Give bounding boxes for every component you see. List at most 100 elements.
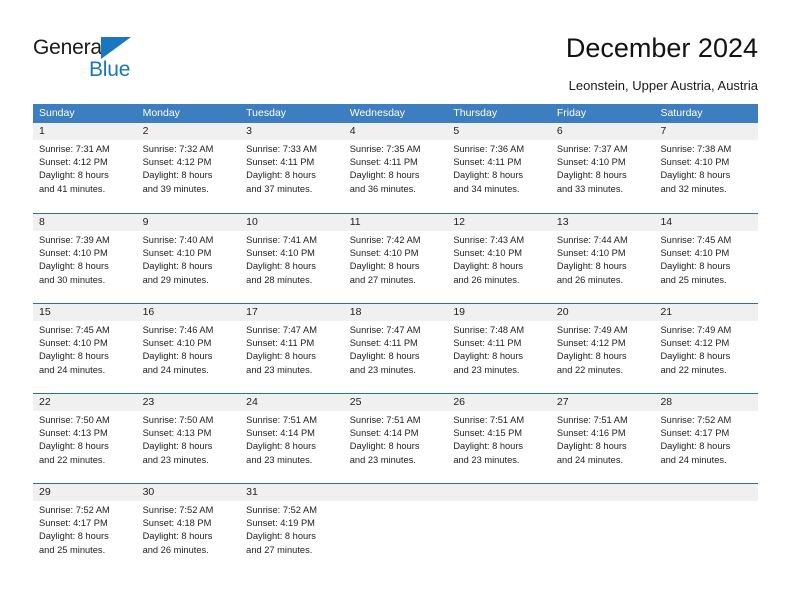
day-daylight-1-text: Daylight: 8 hours: [39, 531, 109, 542]
calendar-day-cell[interactable]: 20 Sunrise: 7:49 AM Sunset: 4:12 PM Dayligh…: [550, 304, 655, 393]
calendar-day-cell[interactable]: 28 Sunrise: 7:52 AM Sunset: 4:17 PM Dayligh…: [654, 394, 759, 483]
calendar-day-cell[interactable]: 16 Sunrise: 7:46 AM Sunset: 4:10 PM Dayligh…: [136, 304, 241, 393]
calendar-day-cell[interactable]: 11 Sunrise: 7:42 AM Sunset: 4:10 PM Dayligh…: [343, 214, 448, 303]
day-sunrise-text: Sunrise: 7:52 AM: [660, 415, 732, 425]
day-sunset-text: Sunset: 4:11 PM: [349, 338, 418, 349]
day-sun-info: Sunrise: 7:49 AM Sunset: 4:12 PM Daylight:…: [654, 321, 758, 377]
calendar-day-cell[interactable]: 12 Sunrise: 7:43 AM Sunset: 4:10 PM Dayligh…: [447, 214, 551, 303]
day-number: 11: [343, 214, 448, 231]
day-sunrise-text: Sunrise: 7:46 AM: [142, 325, 214, 335]
day-sunset-text: Sunset: 4:10 PM: [556, 157, 626, 168]
day-sun-info: Sunrise: 7:37 AM Sunset: 4:10 PM Daylight:…: [551, 140, 655, 196]
day-sun-info: Sunrise: 7:43 AM Sunset: 4:10 PM Daylight:…: [447, 231, 551, 287]
day-sun-info: Sunrise: 7:45 AM Sunset: 4:10 PM Daylight:…: [654, 231, 758, 287]
calendar-grid: Sunday Monday Tuesday Wednesday Thursday…: [33, 104, 759, 573]
calendar-day-cell[interactable]: 4 Sunrise: 7:35 AM Sunset: 4:11 PM Daylight…: [343, 123, 448, 213]
general-blue-logo[interactable]: General Blue: [33, 36, 163, 84]
calendar-day-cell[interactable]: 30 Sunrise: 7:52 AM Sunset: 4:18 PM Dayligh…: [136, 484, 241, 573]
day-daylight-2-text: and 23 minutes.: [349, 364, 416, 375]
day-daylight-2-text: and 23 minutes.: [349, 454, 416, 465]
day-sun-info: Sunrise: 7:52 AM Sunset: 4:19 PM Daylight:…: [240, 501, 344, 557]
day-header-friday: Friday: [550, 104, 655, 123]
calendar-day-cell[interactable]: 25 Sunrise: 7:51 AM Sunset: 4:14 PM Dayligh…: [343, 394, 448, 483]
day-daylight-1-text: Daylight: 8 hours: [142, 441, 213, 452]
day-number: 24: [240, 394, 344, 411]
calendar-day-cell[interactable]: 10 Sunrise: 7:41 AM Sunset: 4:10 PM Dayligh…: [240, 214, 344, 303]
day-daylight-2-text: and 37 minutes.: [246, 183, 313, 194]
day-sunset-text: Sunset: 4:10 PM: [660, 248, 730, 259]
day-sunrise-text: Sunrise: 7:47 AM: [246, 325, 317, 335]
day-number: 17: [240, 304, 344, 321]
calendar-day-cell-empty: [550, 484, 655, 573]
calendar-day-cell[interactable]: 1 Sunrise: 7:31 AM Sunset: 4:12 PM Daylight…: [33, 123, 137, 213]
calendar-day-cell[interactable]: 3 Sunrise: 7:33 AM Sunset: 4:11 PM Daylight…: [240, 123, 344, 213]
day-daylight-2-text: and 30 minutes.: [39, 274, 106, 285]
day-number: 25: [343, 394, 448, 411]
day-sunrise-text: Sunrise: 7:36 AM: [453, 144, 525, 154]
day-sunrise-text: Sunrise: 7:49 AM: [660, 325, 732, 335]
day-sun-info: Sunrise: 7:33 AM Sunset: 4:11 PM Daylight:…: [240, 140, 344, 196]
day-sunset-text: Sunset: 4:12 PM: [142, 157, 212, 168]
day-daylight-1-text: Daylight: 8 hours: [142, 261, 213, 272]
day-daylight-1-text: Daylight: 8 hours: [246, 441, 316, 452]
day-number: 7: [654, 123, 759, 140]
day-sunset-text: Sunset: 4:11 PM: [453, 157, 522, 168]
day-sunrise-text: Sunrise: 7:39 AM: [39, 235, 110, 245]
day-sunset-text: Sunset: 4:15 PM: [453, 428, 523, 439]
calendar-day-cell[interactable]: 17 Sunrise: 7:47 AM Sunset: 4:11 PM Dayligh…: [240, 304, 344, 393]
logo-text-blue: Blue: [89, 58, 131, 81]
calendar-day-cell[interactable]: 27 Sunrise: 7:51 AM Sunset: 4:16 PM Dayligh…: [550, 394, 655, 483]
day-sunset-text: Sunset: 4:12 PM: [39, 157, 108, 168]
calendar-day-cell[interactable]: 2 Sunrise: 7:32 AM Sunset: 4:12 PM Daylight…: [136, 123, 241, 213]
day-daylight-1-text: Daylight: 8 hours: [556, 170, 627, 181]
day-header-saturday: Saturday: [654, 104, 759, 123]
calendar-day-cell[interactable]: 21 Sunrise: 7:49 AM Sunset: 4:12 PM Dayligh…: [654, 304, 759, 393]
day-daylight-2-text: and 29 minutes.: [142, 274, 209, 285]
calendar-day-cell[interactable]: 14 Sunrise: 7:45 AM Sunset: 4:10 PM Dayligh…: [654, 214, 759, 303]
day-sunset-text: Sunset: 4:17 PM: [660, 428, 730, 439]
day-sunrise-text: Sunrise: 7:44 AM: [556, 235, 628, 245]
calendar-day-cell[interactable]: 7 Sunrise: 7:38 AM Sunset: 4:10 PM Daylight…: [654, 123, 759, 213]
day-daylight-1-text: Daylight: 8 hours: [349, 351, 420, 362]
day-daylight-2-text: and 25 minutes.: [660, 274, 727, 285]
day-sunrise-text: Sunrise: 7:42 AM: [349, 235, 421, 245]
day-daylight-2-text: and 27 minutes.: [246, 544, 313, 555]
day-daylight-2-text: and 25 minutes.: [39, 544, 106, 555]
day-sunrise-text: Sunrise: 7:51 AM: [453, 415, 525, 425]
day-daylight-1-text: Daylight: 8 hours: [453, 351, 524, 362]
day-sunset-text: Sunset: 4:16 PM: [556, 428, 626, 439]
calendar-day-cell[interactable]: 15 Sunrise: 7:45 AM Sunset: 4:10 PM Dayligh…: [33, 304, 137, 393]
day-sunset-text: Sunset: 4:12 PM: [660, 338, 730, 349]
day-sunrise-text: Sunrise: 7:50 AM: [39, 415, 110, 425]
day-daylight-2-text: and 23 minutes.: [453, 454, 520, 465]
day-sunrise-text: Sunrise: 7:41 AM: [246, 235, 317, 245]
day-sun-info: Sunrise: 7:52 AM Sunset: 4:17 PM Daylight:…: [33, 501, 137, 557]
calendar-day-cell[interactable]: 29 Sunrise: 7:52 AM Sunset: 4:17 PM Dayligh…: [33, 484, 137, 573]
day-sunrise-text: Sunrise: 7:45 AM: [660, 235, 732, 245]
day-sunrise-text: Sunrise: 7:40 AM: [142, 235, 214, 245]
calendar-day-cell[interactable]: 18 Sunrise: 7:47 AM Sunset: 4:11 PM Dayligh…: [343, 304, 448, 393]
day-number: 21: [654, 304, 759, 321]
day-daylight-1-text: Daylight: 8 hours: [660, 351, 731, 362]
page-header: General Blue December 2024 Leonstein, Up…: [0, 0, 792, 100]
day-sun-info: Sunrise: 7:50 AM Sunset: 4:13 PM Daylight:…: [137, 411, 241, 467]
calendar-day-cell[interactable]: 22 Sunrise: 7:50 AM Sunset: 4:13 PM Dayligh…: [33, 394, 137, 483]
calendar-day-cell[interactable]: 13 Sunrise: 7:44 AM Sunset: 4:10 PM Dayligh…: [550, 214, 655, 303]
calendar-week-row: 1 Sunrise: 7:31 AM Sunset: 4:12 PM Daylight…: [33, 123, 759, 213]
calendar-day-cell[interactable]: 8 Sunrise: 7:39 AM Sunset: 4:10 PM Daylight…: [33, 214, 137, 303]
calendar-day-cell[interactable]: 5 Sunrise: 7:36 AM Sunset: 4:11 PM Daylight…: [447, 123, 551, 213]
calendar-day-cell[interactable]: 19 Sunrise: 7:48 AM Sunset: 4:11 PM Dayligh…: [447, 304, 551, 393]
calendar-day-cell[interactable]: 26 Sunrise: 7:51 AM Sunset: 4:15 PM Dayligh…: [447, 394, 551, 483]
calendar-day-cell[interactable]: 6 Sunrise: 7:37 AM Sunset: 4:10 PM Daylight…: [550, 123, 655, 213]
calendar-day-cell[interactable]: 9 Sunrise: 7:40 AM Sunset: 4:10 PM Daylight…: [136, 214, 241, 303]
day-sun-info: Sunrise: 7:51 AM Sunset: 4:14 PM Daylight:…: [240, 411, 344, 467]
day-sun-info: Sunrise: 7:52 AM Sunset: 4:17 PM Daylight:…: [654, 411, 758, 467]
calendar-day-cell[interactable]: 24 Sunrise: 7:51 AM Sunset: 4:14 PM Dayligh…: [240, 394, 344, 483]
calendar-day-cell[interactable]: 23 Sunrise: 7:50 AM Sunset: 4:13 PM Dayligh…: [136, 394, 241, 483]
day-daylight-2-text: and 26 minutes.: [556, 274, 624, 285]
day-sunset-text: Sunset: 4:14 PM: [349, 428, 419, 439]
day-number: 26: [447, 394, 551, 411]
day-sunrise-text: Sunrise: 7:33 AM: [246, 144, 317, 154]
day-sunrise-text: Sunrise: 7:45 AM: [39, 325, 110, 335]
calendar-day-cell[interactable]: 31 Sunrise: 7:52 AM Sunset: 4:19 PM Dayligh…: [240, 484, 344, 573]
